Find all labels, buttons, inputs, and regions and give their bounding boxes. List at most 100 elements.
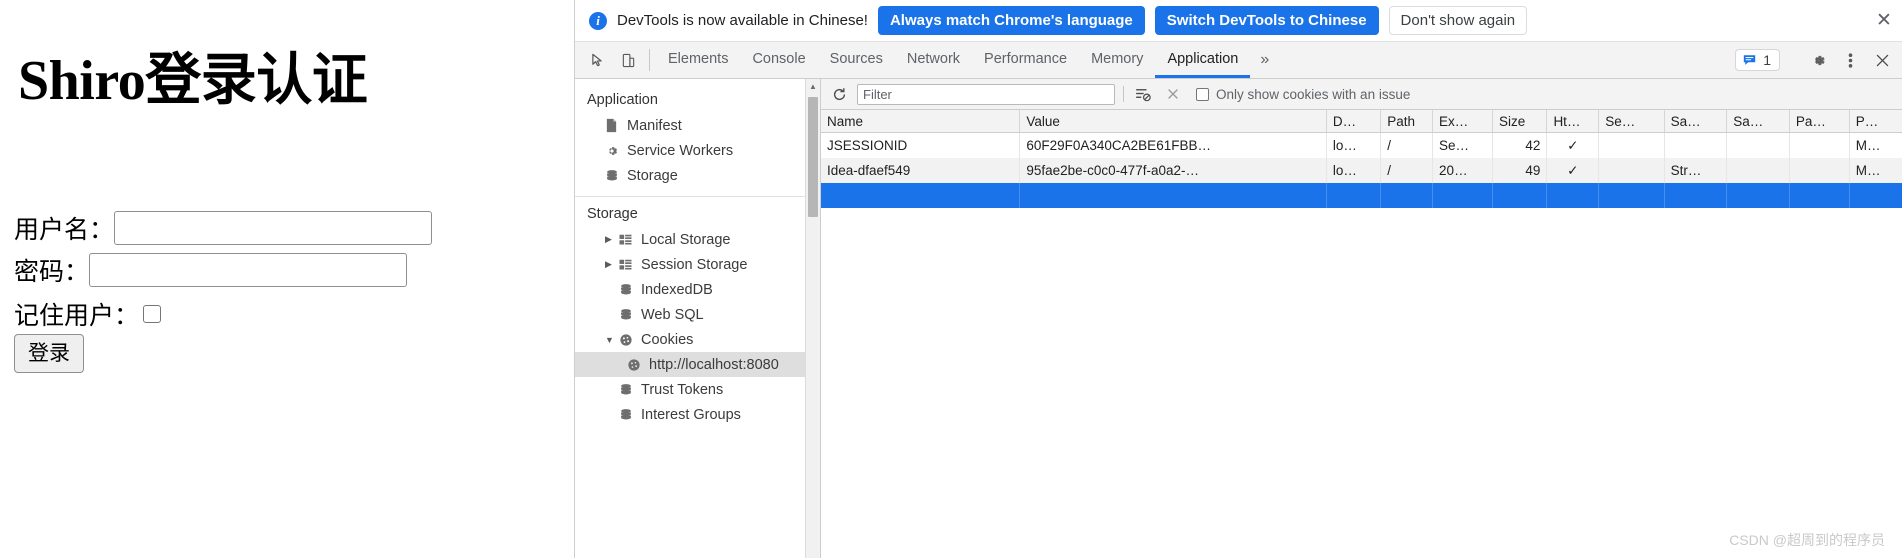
cookies-filter-bar: Only show cookies with an issue	[821, 79, 1902, 110]
column-header-domain[interactable]: D…	[1326, 110, 1382, 133]
column-header-partitionkey[interactable]: Pa…	[1789, 110, 1850, 133]
cell-samesite	[1664, 132, 1728, 158]
column-header-secure[interactable]: Se…	[1598, 110, 1665, 133]
sidebar-item-label: Web SQL	[641, 306, 704, 323]
sidebar-item-indexeddb[interactable]: IndexedDB	[575, 277, 820, 302]
refresh-icon[interactable]	[829, 87, 849, 102]
tab-sources[interactable]: Sources	[818, 42, 895, 78]
login-button[interactable]: 登录	[14, 334, 84, 374]
database-icon	[605, 169, 627, 183]
username-input[interactable]	[114, 211, 433, 245]
cookies-table: Name Value D… Path Ex… Size Ht… Se… Sa… …	[821, 110, 1902, 208]
sidebar-item-cookie-origin[interactable]: http://localhost:8080	[575, 352, 820, 377]
column-header-value[interactable]: Value	[1019, 110, 1327, 133]
issues-chip[interactable]: 1	[1735, 49, 1780, 71]
remember-user-label: 记住用户：	[14, 302, 140, 330]
cookies-panel: Only show cookies with an issue	[821, 79, 1902, 558]
tab-application[interactable]: Application	[1155, 42, 1251, 78]
close-icon[interactable]: ✕	[1873, 10, 1895, 32]
remember-user-checkbox[interactable]	[143, 305, 162, 323]
sidebar-item-service-workers[interactable]: Service Workers	[575, 138, 820, 163]
chevron-right-icon[interactable]: ▶	[605, 234, 619, 245]
column-header-path[interactable]: Path	[1380, 110, 1434, 133]
only-issues-label: Only show cookies with an issue	[1216, 86, 1411, 102]
cell-partitionkey	[1789, 183, 1850, 208]
database-icon	[619, 283, 641, 297]
clear-all-cookies-icon[interactable]	[1132, 87, 1154, 102]
chevron-right-icon[interactable]: ▶	[605, 259, 619, 270]
table-row[interactable]: JSESSIONID 60F29F0A340CA2BE61FBB… lo… / …	[821, 132, 1902, 158]
cell-value	[1019, 183, 1327, 208]
sidebar-item-cookies[interactable]: ▼ Cookies	[575, 327, 820, 352]
column-header-samesite[interactable]: Sa…	[1664, 110, 1728, 133]
always-match-chrome-language-button[interactable]: Always match Chrome's language	[877, 6, 1145, 35]
column-header-size[interactable]: Size	[1492, 110, 1548, 133]
cell-sameparty	[1726, 183, 1790, 208]
sidebar-item-label: IndexedDB	[641, 281, 713, 298]
table-row[interactable]: Idea-dfaef549 95fae2be-c0c0-477f-a0a2-… …	[821, 158, 1902, 183]
cell-samesite: Str…	[1664, 158, 1728, 183]
table-row-selected[interactable]	[821, 183, 1902, 208]
chevron-down-icon[interactable]: ▼	[605, 335, 619, 345]
sidebar-section-storage: Storage	[587, 206, 638, 222]
database-icon	[619, 308, 641, 322]
delete-cookie-icon[interactable]	[1162, 87, 1184, 101]
gear-icon[interactable]	[1803, 52, 1833, 69]
sidebar-item-label: Service Workers	[627, 142, 734, 159]
scroll-up-arrow-icon[interactable]: ▲	[806, 79, 820, 94]
cell-name: JSESSIONID	[821, 132, 1021, 158]
tab-network[interactable]: Network	[895, 42, 972, 78]
only-issues-checkbox[interactable]	[1196, 87, 1209, 101]
kebab-menu-icon[interactable]	[1835, 52, 1865, 69]
issue-filter-group: Only show cookies with an issue	[1196, 87, 1410, 102]
cookie-icon	[627, 358, 649, 372]
password-label: 密码：	[14, 258, 90, 286]
sidebar-item-storage[interactable]: Storage	[575, 163, 820, 188]
sidebar-scrollbar[interactable]: ▲	[805, 79, 820, 558]
sidebar-divider	[575, 196, 820, 197]
tab-elements[interactable]: Elements	[656, 42, 740, 78]
cell-httponly: ✓	[1546, 132, 1600, 158]
cell-sameparty	[1726, 132, 1790, 158]
sidebar-item-label: Session Storage	[641, 256, 748, 273]
tab-memory[interactable]: Memory	[1079, 42, 1155, 78]
switch-devtools-to-chinese-button[interactable]: Switch DevTools to Chinese	[1154, 6, 1379, 35]
sidebar-item-interest-groups[interactable]: Interest Groups	[575, 402, 820, 427]
sidebar-item-session-storage[interactable]: ▶ Session Storage	[575, 252, 820, 277]
sidebar-item-label: Storage	[627, 167, 678, 184]
column-header-sameparty[interactable]: Sa…	[1726, 110, 1790, 133]
sidebar-section-application: Application	[587, 92, 658, 108]
cell-expires: 20…	[1432, 158, 1493, 183]
password-input[interactable]	[89, 253, 408, 287]
column-header-name[interactable]: Name	[821, 110, 1021, 133]
screenshot-root: Shiro登录认证 用户名： 密码： 记住用户： 登录 i DevTools i…	[0, 0, 1902, 558]
locale-notification-banner: i DevTools is now available in Chinese! …	[575, 0, 1902, 42]
inspect-element-icon[interactable]	[583, 42, 613, 78]
dont-show-again-button[interactable]: Don't show again	[1388, 6, 1528, 35]
cell-priority: M…	[1849, 158, 1902, 183]
column-header-expires[interactable]: Ex…	[1432, 110, 1493, 133]
filter-divider	[1123, 86, 1124, 102]
sidebar-item-manifest[interactable]: Manifest	[575, 113, 820, 138]
username-row: 用户名：	[14, 210, 433, 246]
column-header-priority[interactable]: P…	[1849, 110, 1902, 133]
device-toolbar-icon[interactable]	[613, 42, 643, 78]
sidebar-item-label: Cookies	[641, 331, 694, 348]
tab-performance[interactable]: Performance	[972, 42, 1079, 78]
devtools-toolbar: Elements Console Sources Network Perform…	[575, 42, 1902, 79]
close-devtools-icon[interactable]	[1867, 53, 1897, 68]
sidebar-item-web-sql[interactable]: Web SQL	[575, 302, 820, 327]
cell-domain: lo…	[1326, 158, 1382, 183]
cell-domain: lo…	[1326, 132, 1382, 158]
scrollbar-thumb[interactable]	[808, 97, 818, 217]
chevron-double-right-icon[interactable]: »	[1250, 42, 1279, 78]
devtools-body: Application Manifest Service Workers Sto…	[575, 79, 1902, 558]
sidebar-item-local-storage[interactable]: ▶ Local Storage	[575, 227, 820, 252]
column-header-httponly[interactable]: Ht…	[1546, 110, 1600, 133]
page-title: Shiro登录认证	[18, 50, 368, 112]
filter-input[interactable]	[857, 83, 1115, 105]
tab-console[interactable]: Console	[740, 42, 817, 78]
cookie-icon	[619, 333, 641, 347]
sidebar-item-trust-tokens[interactable]: Trust Tokens	[575, 377, 820, 402]
cell-path: /	[1380, 158, 1434, 183]
